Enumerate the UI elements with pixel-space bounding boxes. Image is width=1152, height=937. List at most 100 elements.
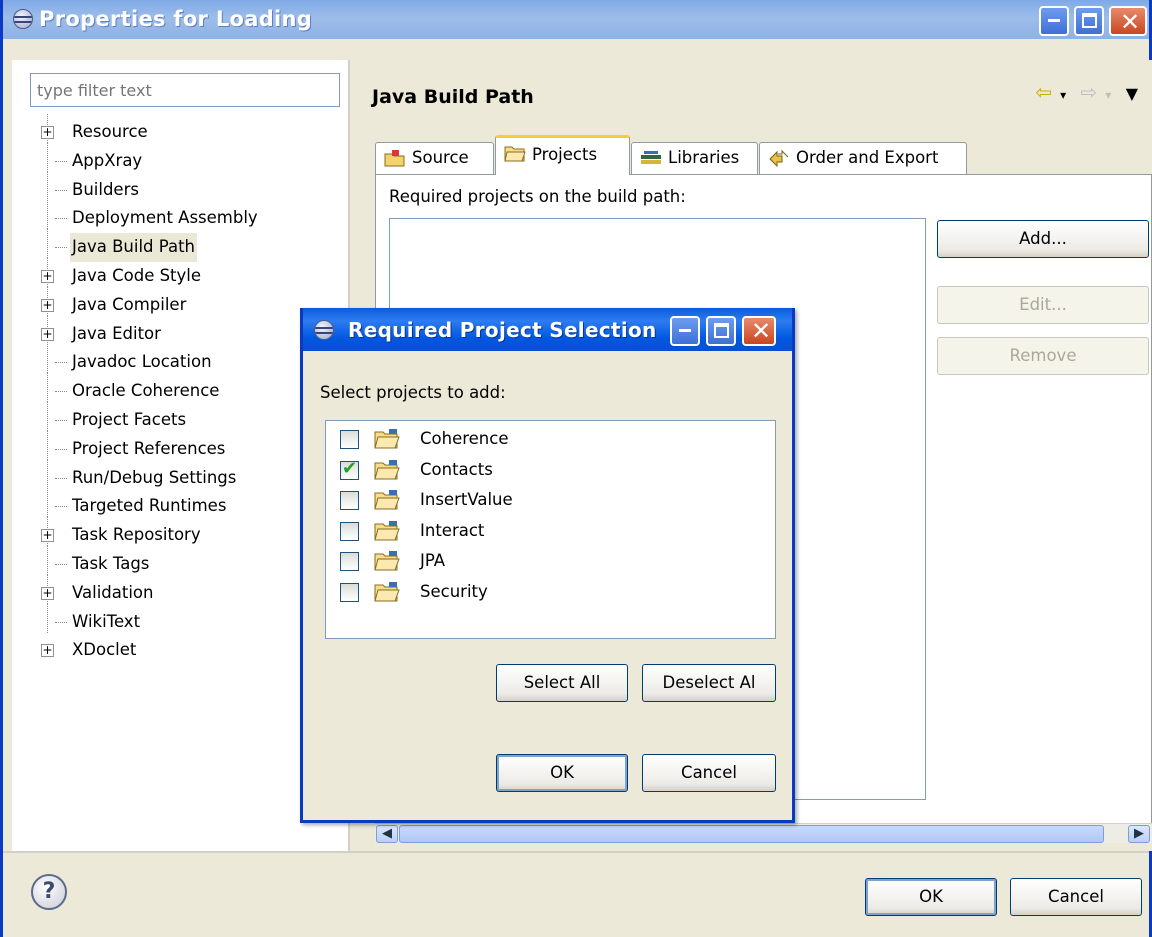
tree-connector	[55, 391, 67, 393]
source-folder-icon	[384, 150, 405, 167]
tree-guide-line	[47, 603, 48, 633]
expand-icon[interactable]: +	[41, 327, 54, 341]
expand-icon[interactable]: +	[41, 269, 54, 283]
tree-item[interactable]: Java Build Path	[12, 229, 348, 262]
tree-item[interactable]: Oracle Coherence	[12, 373, 348, 406]
view-menu-icon[interactable]: ▼	[1126, 84, 1138, 103]
tree-guide-line	[47, 142, 48, 172]
select-all-button[interactable]: Select All	[496, 664, 628, 702]
scroll-left-button[interactable]: ◀	[376, 825, 398, 843]
scroll-right-button[interactable]: ▶	[1128, 825, 1150, 843]
expand-icon[interactable]: +	[41, 529, 54, 543]
project-checkbox[interactable]: ✔	[340, 458, 359, 480]
tree-item-label: Java Editor	[72, 323, 161, 343]
tree-guide-line	[47, 171, 48, 201]
tree-item[interactable]: WikiText	[12, 603, 348, 637]
tree-item-label: Project References	[72, 438, 226, 458]
tab-source[interactable]: Source	[375, 142, 494, 174]
tree-item[interactable]: Run/Debug Settings	[12, 459, 348, 493]
tree-item[interactable]: Deployment Assembly	[12, 200, 348, 233]
tree-item-label: Java Code Style	[72, 265, 202, 285]
preferences-tree-pane: + Resource AppXray Builders Deployment Assem…	[12, 60, 348, 851]
tree-connector	[55, 448, 67, 450]
tree-item[interactable]: AppXray	[12, 142, 348, 176]
scrollbar-thumb[interactable]	[399, 825, 1104, 843]
close-button[interactable]: ✕	[1109, 6, 1147, 36]
project-name: Interact	[420, 520, 485, 540]
horizontal-scrollbar[interactable]: ◀ ▶	[375, 823, 1152, 843]
expand-icon[interactable]: +	[41, 644, 54, 658]
tree-connector	[55, 362, 67, 364]
tree-connector	[55, 189, 67, 191]
tree-item[interactable]: + Resource	[12, 114, 348, 147]
tree-item[interactable]: + Validation	[12, 574, 348, 608]
filter-input[interactable]	[31, 74, 339, 106]
tree-item[interactable]: Targeted Runtimes	[12, 488, 348, 521]
back-menu-icon[interactable]: ▾	[1060, 88, 1066, 102]
expand-icon[interactable]: +	[41, 298, 54, 312]
minimize-button[interactable]	[1039, 6, 1069, 36]
tree-item-label: Java Build Path	[70, 233, 198, 262]
tree-item-label: Targeted Runtimes	[72, 496, 227, 516]
tree-guide-line	[47, 200, 48, 230]
deselect-all-button[interactable]: Deselect Al	[642, 664, 776, 702]
project-checkbox[interactable]	[340, 491, 359, 510]
expand-icon[interactable]: +	[41, 586, 54, 600]
project-name: Contacts	[420, 459, 493, 479]
project-folder-icon	[374, 459, 400, 479]
back-arrow-icon[interactable]: ⇦	[1035, 80, 1052, 104]
forward-arrow-icon[interactable]: ⇨	[1081, 80, 1098, 104]
project-name: Coherence	[420, 429, 509, 448]
project-checkbox[interactable]	[340, 430, 359, 449]
tree-item-label: Deployment Assembly	[72, 208, 258, 228]
tree-connector	[55, 477, 67, 479]
tree-item[interactable]: + XDoclet	[12, 636, 348, 665]
dialog-cancel-button[interactable]: Cancel	[642, 754, 776, 792]
project-checkbox[interactable]	[340, 582, 359, 602]
project-checkbox[interactable]	[340, 521, 359, 541]
tree-item[interactable]: Javadoc Location	[12, 344, 348, 377]
edit-button[interactable]: Edit...	[937, 286, 1149, 324]
project-name: Security	[420, 581, 488, 601]
tab-source-label: Source	[412, 148, 469, 167]
dialog-titlebar[interactable]: Required Project Selection ✕	[303, 308, 792, 351]
tab-projects[interactable]: Projects	[495, 135, 630, 175]
tab-libraries[interactable]: Libraries	[631, 142, 758, 174]
dialog-title: Required Project Selection	[348, 318, 657, 342]
window-title: Properties for Loading	[39, 7, 313, 31]
tree-guide-line	[47, 401, 48, 431]
maximize-button[interactable]	[1074, 6, 1104, 36]
tree-item[interactable]: + Task Repository	[12, 517, 348, 550]
forward-menu-icon[interactable]: ▾	[1105, 88, 1111, 102]
cancel-button[interactable]: Cancel	[1010, 878, 1142, 916]
expand-icon[interactable]: +	[41, 126, 54, 139]
tree-item-label: Run/Debug Settings	[72, 467, 237, 487]
dialog-maximize-button[interactable]	[706, 316, 736, 346]
tree-item-label: Resource	[72, 122, 148, 141]
dialog-ok-button[interactable]: OK	[496, 754, 628, 792]
tree-item[interactable]: + Java Compiler	[12, 286, 348, 320]
preferences-tree: + Resource AppXray Builders Deployment Assem…	[12, 114, 348, 665]
project-name: JPA	[420, 551, 446, 570]
help-icon[interactable]: ?	[31, 874, 67, 910]
tab-order-export[interactable]: Order and Export	[759, 142, 967, 174]
window-titlebar[interactable]: Properties for Loading ✕	[3, 0, 1149, 39]
tree-item-label: Project Facets	[72, 409, 187, 429]
dialog-close-button[interactable]: ✕	[742, 316, 776, 346]
tree-item[interactable]: + Java Editor	[12, 315, 348, 349]
bottom-separator	[3, 851, 1149, 853]
tree-item[interactable]: Project References	[12, 430, 348, 464]
ok-button[interactable]: OK	[865, 878, 997, 916]
remove-button[interactable]: Remove	[937, 337, 1149, 375]
tree-item[interactable]: + Java Code Style	[12, 257, 348, 291]
tree-item[interactable]: Task Tags	[12, 545, 348, 579]
filter-field[interactable]	[30, 73, 340, 107]
tree-item-label: Validation	[72, 582, 154, 602]
tree-item-label: Oracle Coherence	[72, 381, 220, 401]
tree-item[interactable]: Project Facets	[12, 401, 348, 435]
add-button[interactable]: Add...	[937, 220, 1149, 258]
tree-item-label: AppXray	[72, 150, 143, 170]
tree-item[interactable]: Builders	[12, 171, 348, 205]
project-checkbox[interactable]	[340, 552, 359, 571]
dialog-minimize-button[interactable]	[670, 316, 700, 346]
